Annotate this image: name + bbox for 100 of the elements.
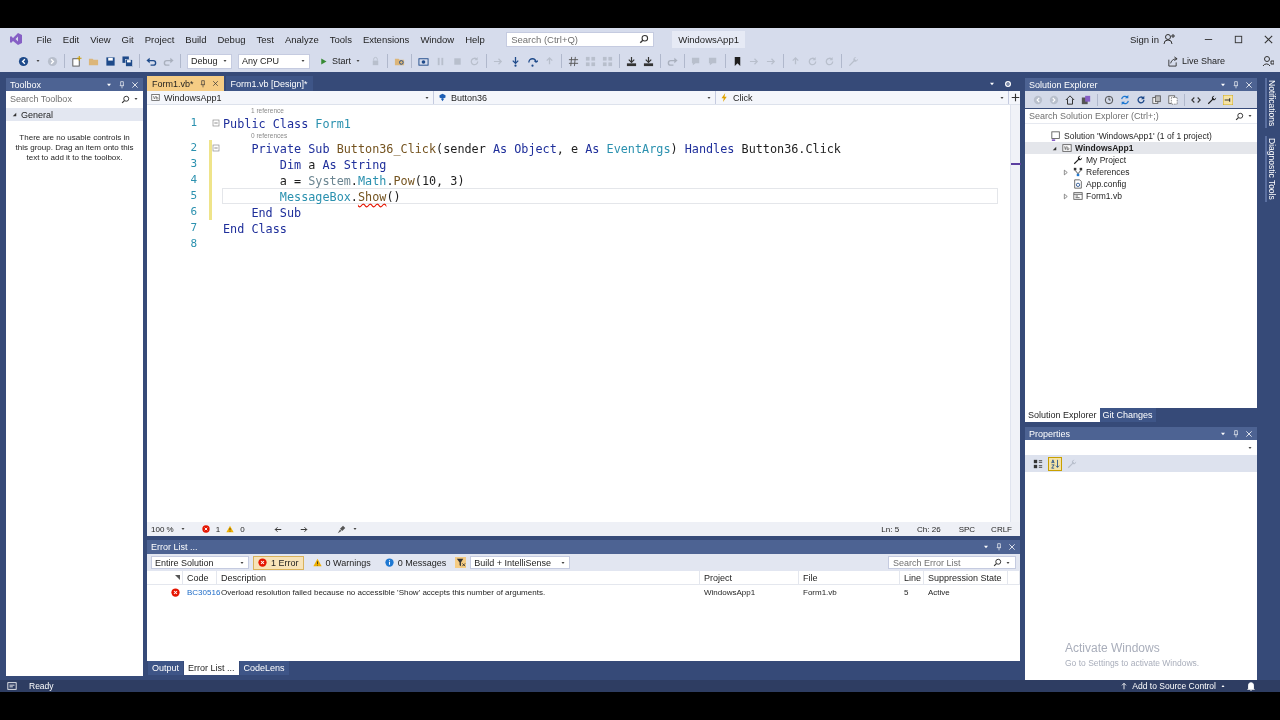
- filter-icon[interactable]: [455, 557, 467, 568]
- panel-tab[interactable]: Solution Explorer: [1025, 408, 1100, 422]
- navigation-dropdown[interactable]: Button36: [434, 91, 716, 104]
- scope-dropdown[interactable]: Entire Solution: [151, 556, 249, 569]
- settings-icon[interactable]: [1004, 79, 1012, 88]
- column-header[interactable]: Line: [900, 571, 924, 585]
- line-ending-indicator[interactable]: CRLF: [991, 524, 1012, 534]
- search-icon[interactable]: [639, 34, 650, 44]
- error-icon[interactable]: [201, 525, 210, 533]
- step-over-icon[interactable]: [527, 55, 538, 67]
- start-button[interactable]: Start: [316, 53, 364, 69]
- step-into-icon[interactable]: [510, 55, 521, 67]
- download-icon[interactable]: [626, 55, 637, 67]
- column-header[interactable]: Description: [217, 571, 700, 585]
- back-icon[interactable]: [272, 524, 282, 534]
- side-tab[interactable]: Notifications: [1265, 78, 1277, 129]
- split-icon[interactable]: [1011, 93, 1020, 102]
- hash-icon[interactable]: [568, 55, 579, 67]
- back-icon[interactable]: [18, 55, 29, 67]
- collapse-all-icon[interactable]: [1152, 94, 1162, 105]
- tree-item[interactable]: Solution 'WindowsApp1' (1 of 1 project): [1025, 130, 1257, 142]
- column-header[interactable]: File: [799, 571, 900, 585]
- tree-item[interactable]: WindowsApp1: [1025, 142, 1257, 154]
- history-icon[interactable]: [1104, 94, 1114, 105]
- pin-icon[interactable]: [198, 79, 207, 88]
- menu-item[interactable]: Test: [250, 31, 280, 47]
- menu-item[interactable]: Extensions: [357, 31, 415, 47]
- sort-button[interactable]: [1048, 456, 1062, 471]
- maximize-icon[interactable]: [1233, 33, 1244, 45]
- menu-item[interactable]: Edit: [57, 31, 85, 47]
- configuration-dropdown[interactable]: Debug: [187, 53, 232, 69]
- save-icon[interactable]: [105, 55, 116, 67]
- caret-icon[interactable]: [982, 543, 990, 551]
- wrench-icon[interactable]: [1207, 94, 1217, 105]
- panel-tab[interactable]: Git Changes: [1099, 408, 1156, 422]
- refresh-icon[interactable]: [1136, 94, 1146, 105]
- navigation-dropdown[interactable]: WindowsApp1: [147, 91, 434, 104]
- menu-item[interactable]: Tools: [324, 31, 358, 47]
- bookmark-icon[interactable]: [732, 55, 743, 67]
- source-control-button[interactable]: Add to Source Control: [1120, 681, 1226, 691]
- search-icon[interactable]: [1235, 111, 1244, 121]
- feedback-icon[interactable]: [1262, 55, 1274, 67]
- home-icon[interactable]: [1065, 94, 1075, 105]
- filter-toggle[interactable]: 1 Error: [253, 555, 304, 570]
- brush-icon[interactable]: [336, 524, 346, 534]
- live-share-button[interactable]: Live Share: [1163, 53, 1228, 69]
- column-header[interactable]: Suppression State: [924, 571, 1008, 585]
- side-tab[interactable]: Diagnostic Tools: [1265, 136, 1277, 203]
- notification-icon[interactable]: [1246, 681, 1256, 691]
- menu-item[interactable]: Help: [459, 31, 491, 47]
- camera-icon[interactable]: [418, 55, 429, 67]
- zoom-dropdown[interactable]: 100 %: [151, 524, 186, 534]
- search-icon[interactable]: [121, 94, 130, 104]
- menu-item[interactable]: Project: [139, 31, 180, 47]
- menu-item[interactable]: View: [84, 31, 117, 47]
- menu-item[interactable]: File: [31, 31, 58, 47]
- panel-tab[interactable]: Output: [148, 661, 184, 675]
- menu-item[interactable]: Git: [116, 31, 140, 47]
- warning-icon[interactable]: [226, 525, 235, 533]
- search-field[interactable]: Search (Ctrl+Q): [506, 31, 655, 47]
- pin-icon[interactable]: [1223, 94, 1233, 105]
- menu-item[interactable]: Window: [414, 31, 460, 47]
- search-icon[interactable]: [993, 558, 1002, 567]
- restart-icon[interactable]: [469, 55, 480, 67]
- search-field[interactable]: Search Error List: [888, 556, 1016, 569]
- output-icon[interactable]: [7, 681, 17, 691]
- new-item-icon[interactable]: [71, 55, 82, 67]
- tree-item[interactable]: Form1.vb: [1025, 190, 1257, 202]
- tree-item[interactable]: References: [1025, 166, 1257, 178]
- save-all-icon[interactable]: [122, 55, 133, 67]
- restart-icon[interactable]: [807, 55, 818, 67]
- search-field[interactable]: Search Solution Explorer (Ctrl+;): [1025, 109, 1257, 123]
- tree-item[interactable]: App.config: [1025, 178, 1257, 190]
- column-header[interactable]: Project: [700, 571, 799, 585]
- navigation-dropdown[interactable]: Click: [716, 91, 1009, 104]
- editor-tab[interactable]: Form1.vb*: [147, 76, 224, 91]
- menu-item[interactable]: Debug: [211, 31, 251, 47]
- platform-dropdown[interactable]: Any CPU: [238, 53, 310, 69]
- panel-tab[interactable]: Error List ...: [184, 661, 239, 675]
- sync-icon[interactable]: [1120, 94, 1130, 105]
- tree-item[interactable]: My Project: [1025, 154, 1257, 166]
- expand-icon[interactable]: [1062, 192, 1069, 200]
- editor-tab[interactable]: Form1.vb [Design]*: [225, 76, 313, 91]
- close-icon[interactable]: [1263, 33, 1274, 45]
- menu-item[interactable]: Analyze: [279, 31, 325, 47]
- indent-indicator[interactable]: SPC: [958, 524, 976, 534]
- source-dropdown[interactable]: Build + IntelliSense: [470, 556, 571, 569]
- close-icon[interactable]: [211, 80, 219, 87]
- code-icon[interactable]: [1191, 94, 1201, 105]
- group-header[interactable]: General: [6, 108, 143, 121]
- sign-in-link[interactable]: Sign in: [1129, 33, 1159, 45]
- account-icon[interactable]: [1163, 33, 1175, 45]
- filter-toggle[interactable]: 0 Warnings: [307, 555, 376, 570]
- restart-icon[interactable]: [824, 55, 835, 67]
- switch-views-icon[interactable]: [1081, 94, 1091, 105]
- expand-icon[interactable]: [1062, 168, 1069, 176]
- download-icon[interactable]: [643, 55, 654, 67]
- menu-item[interactable]: Build: [179, 31, 212, 47]
- filter-toggle[interactable]: 0 Messages: [379, 555, 452, 570]
- sort-icon[interactable]: [175, 575, 180, 580]
